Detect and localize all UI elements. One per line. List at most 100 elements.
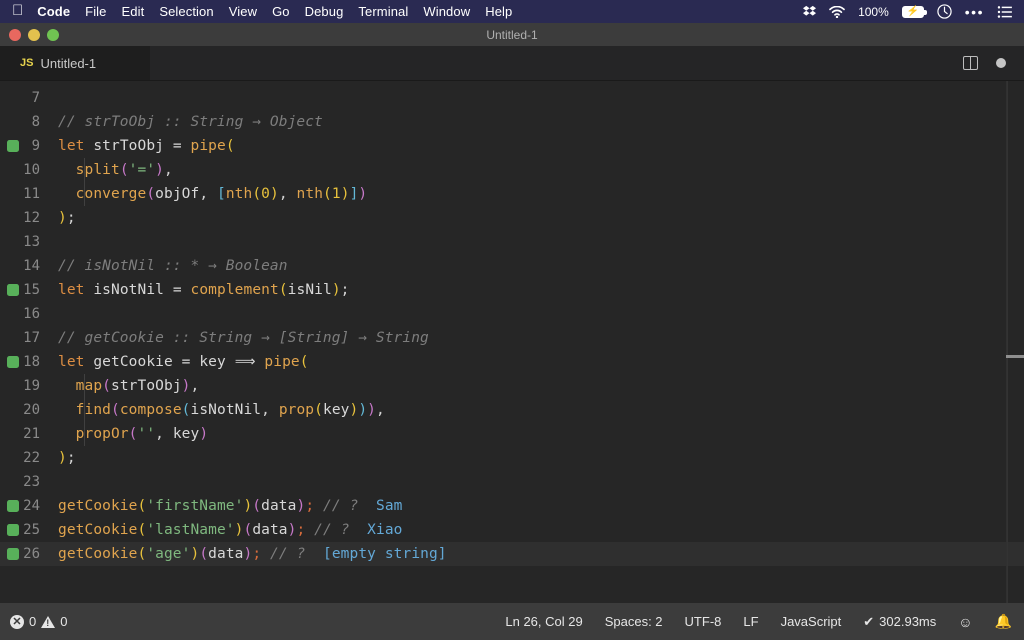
code-token: ( [146,186,156,202]
code-token: ( [102,378,112,394]
code-token: nth [296,186,324,202]
dropbox-icon[interactable] [803,5,817,18]
code-line-19[interactable]: 19 map(strToObj), [0,374,1024,398]
bell-icon[interactable]: 🔔 [995,613,1012,630]
menu-item-window[interactable]: Window [423,4,470,19]
code-line-14[interactable]: 14 // isNotNil :: * → Boolean [0,254,1024,278]
split-editor-icon[interactable] [963,56,978,70]
code-editor[interactable]: 7 8 // strToObj :: String → Object 9 let str… [0,81,1024,603]
editor-scrollbar[interactable] [1007,81,1024,603]
code-line-15[interactable]: 15 let isNotNil = complement(isNil); [0,278,1024,302]
code-line-16[interactable]: 16 [0,302,1024,326]
code-line-21[interactable]: 21 propOr('', key) [0,422,1024,446]
file-encoding[interactable]: UTF-8 [685,614,722,629]
menu-item-terminal[interactable]: Terminal [358,4,408,19]
code-line-25[interactable]: 25 getCookie('lastName')(data); // ? Xiao [0,518,1024,542]
code-line-8[interactable]: 8 // strToObj :: String → Object [0,110,1024,134]
breakpoint-marker[interactable] [7,524,19,536]
code-token: getCookie [58,546,138,562]
code-token: complement [190,282,279,298]
code-token: ) [155,162,165,178]
breakpoint-marker[interactable] [7,356,19,368]
breakpoint-marker[interactable] [7,140,19,152]
line-endings[interactable]: LF [743,614,758,629]
ellipsis-icon[interactable]: ••• [965,4,984,20]
code-token: ; [252,546,262,562]
code-line-10[interactable]: 10 split('='), [0,158,1024,182]
menu-item-view[interactable]: View [229,4,257,19]
line-content: split('='), [58,162,1024,178]
line-number: 14 [23,258,40,274]
code-token: isNotNil [190,402,262,418]
code-token: , [155,426,173,442]
unsaved-indicator-icon[interactable] [996,58,1006,68]
javascript-file-icon: JS [20,57,34,69]
smiley-icon[interactable]: ☺ [958,614,972,630]
code-token: ( [252,186,262,202]
cursor-position[interactable]: Ln 26, Col 29 [505,614,582,629]
line-content: getCookie('firstName')(data); // ? Sam [58,498,1024,514]
code-line-13[interactable]: 13 [0,230,1024,254]
tab-untitled-1[interactable]: JS Untitled-1 [0,46,150,80]
code-line-9[interactable]: 9 let strToObj = pipe( [0,134,1024,158]
code-token: Xiao [367,522,403,538]
apple-logo-icon[interactable]:  [12,3,23,18]
code-token: // isNotNil :: * → Boolean [58,258,288,274]
battery-charging-icon[interactable]: ⚡ [901,5,927,18]
code-token: let [58,282,85,298]
wifi-icon[interactable] [829,5,845,18]
line-number: 17 [23,330,40,346]
code-token: // ? [270,546,306,562]
breakpoint-marker[interactable] [7,500,19,512]
code-line-7[interactable]: 7 [0,86,1024,110]
clock-icon[interactable] [937,4,952,19]
code-line-23[interactable]: 23 [0,470,1024,494]
line-number: 22 [23,450,40,466]
menu-item-go[interactable]: Go [272,4,290,19]
menu-item-selection[interactable]: Selection [159,4,213,19]
code-token: key [172,426,200,442]
code-token: ) [58,450,67,466]
tab-bar-actions [963,46,1024,80]
code-line-17[interactable]: 17 // getCookie :: String → [String] → St… [0,326,1024,350]
quokka-timing[interactable]: ✔ 302.93ms [863,614,936,630]
menu-item-code[interactable]: Code [37,4,70,19]
code-token: // getCookie :: String → [String] → Stri… [58,330,429,346]
code-token: ( [119,162,129,178]
control-center-icon[interactable] [997,5,1012,18]
code-line-26[interactable]: 26 getCookie('age')(data); // ? [empty st… [0,542,1024,566]
macos-menu-bar:  Code File Edit Selection View Go Debug… [0,0,1024,23]
menu-item-help[interactable]: Help [485,4,512,19]
breakpoint-marker[interactable] [7,548,19,560]
menu-item-debug[interactable]: Debug [305,4,344,19]
breakpoint-marker[interactable] [7,284,19,296]
code-token: data [252,522,288,538]
code-token: let [58,138,85,154]
code-token: getCookie [58,522,138,538]
code-token: , [376,402,385,418]
code-token: = [172,138,182,154]
code-token: ( [137,498,147,514]
indentation-setting[interactable]: Spaces: 2 [605,614,663,629]
code-line-20[interactable]: 20 find(compose(isNotNil, prop(key))), [0,398,1024,422]
problems-indicator[interactable]: ✕ 0 0 [10,614,67,629]
code-line-18[interactable]: 18 let getCookie = key ⟹ pipe( [0,350,1024,374]
language-mode[interactable]: JavaScript [781,614,842,629]
code-line-11[interactable]: 11 converge(objOf, [nth(0), nth(1)]) [0,182,1024,206]
line-content: // getCookie :: String → [String] → Stri… [58,330,1024,346]
code-line-24[interactable]: 24 getCookie('firstName')(data); // ? Sam [0,494,1024,518]
code-line-22[interactable]: 22); [0,446,1024,470]
code-token: [empty string] [323,546,447,562]
check-icon: ✔ [863,613,875,629]
code-token: [ [216,186,226,202]
code-token: ) [199,426,209,442]
code-token: ) [367,402,377,418]
code-token: ( [225,138,235,154]
menu-item-file[interactable]: File [85,4,106,19]
scrollbar-position-marker[interactable] [1006,355,1024,358]
code-line-12[interactable]: 12); [0,206,1024,230]
error-count: 0 [29,614,37,629]
menu-item-edit[interactable]: Edit [122,4,145,19]
